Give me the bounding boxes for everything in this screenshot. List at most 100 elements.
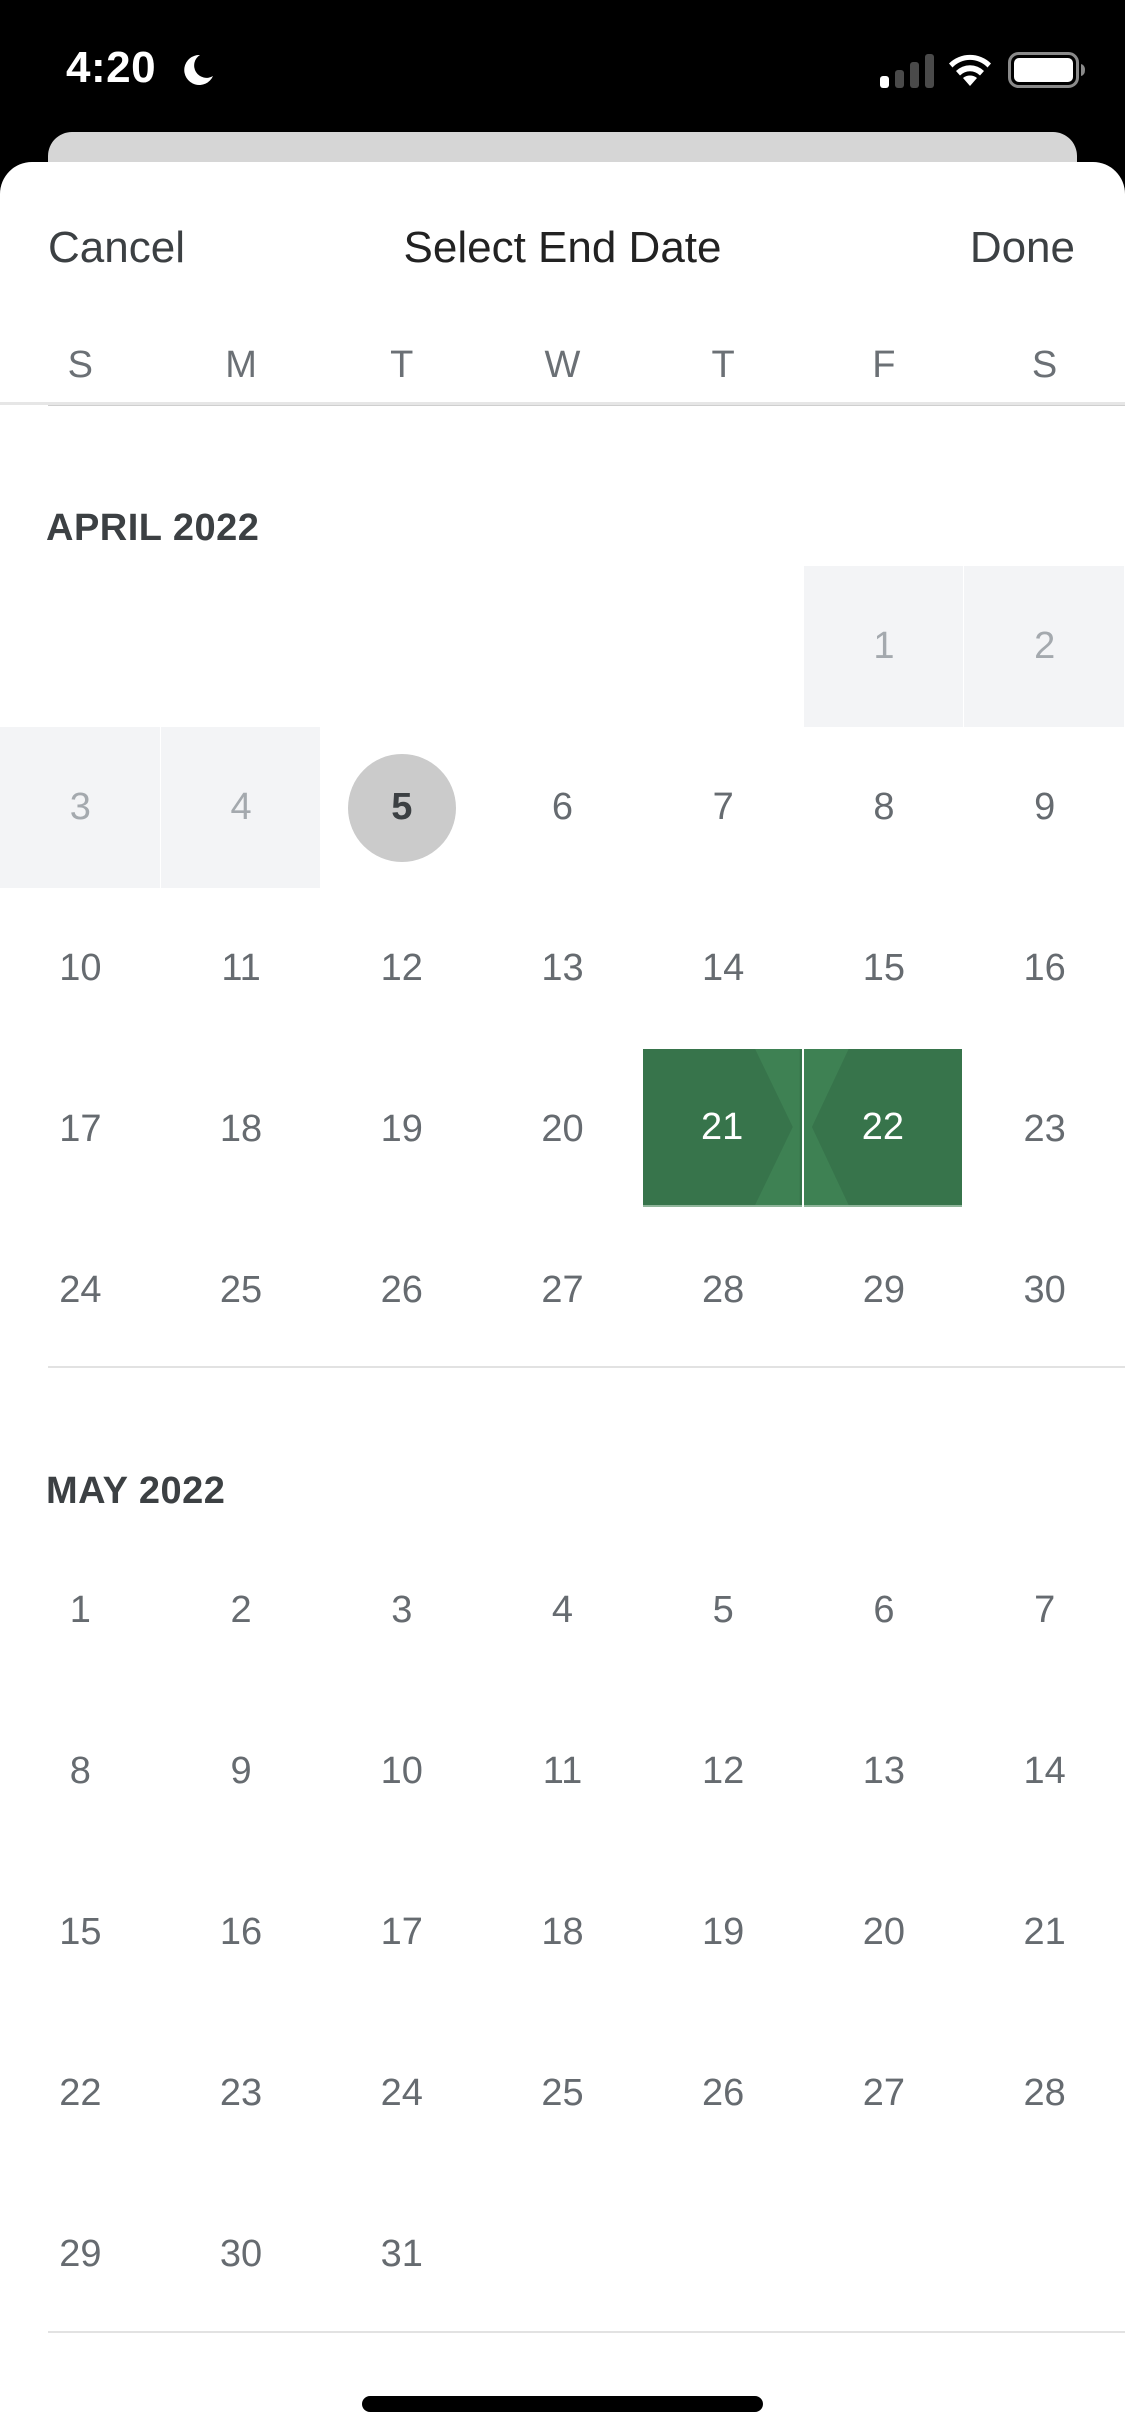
day-number: 26 xyxy=(380,1269,423,1311)
day-cell[interactable]: 23 xyxy=(964,1049,1125,1210)
cancel-button[interactable]: Cancel xyxy=(48,220,185,276)
day-number: 31 xyxy=(380,2233,423,2275)
day-number: 25 xyxy=(219,1269,263,1311)
day-cell[interactable]: 16 xyxy=(964,888,1125,1049)
day-cell[interactable]: 14 xyxy=(964,1691,1125,1852)
wifi-icon xyxy=(949,54,991,86)
day-cell: 3 xyxy=(0,727,162,888)
day-cell[interactable]: 3 xyxy=(321,1530,482,1691)
day-number: 28 xyxy=(1023,2072,1066,2114)
day-cell[interactable]: 20 xyxy=(482,1049,643,1210)
weekday-label: W xyxy=(544,344,581,386)
day-cell[interactable]: 21 xyxy=(642,1049,802,1207)
day-cell[interactable]: 18 xyxy=(161,1049,322,1210)
day-cell[interactable]: 11 xyxy=(161,888,322,1049)
day-number: 29 xyxy=(59,2233,102,2275)
done-button[interactable]: Done xyxy=(970,220,1075,276)
day-number: 18 xyxy=(541,1911,584,1953)
day-cell[interactable]: 18 xyxy=(482,1852,643,2013)
day-cell[interactable]: 12 xyxy=(643,1691,804,1852)
day-number: 9 xyxy=(230,1750,252,1792)
day-cell[interactable]: 22 xyxy=(0,2013,161,2174)
day-cell[interactable]: 19 xyxy=(643,1852,804,2013)
day-cell[interactable]: 29 xyxy=(0,2174,161,2335)
day-cell[interactable]: 4 xyxy=(482,1530,643,1691)
day-number: 1 xyxy=(873,625,895,667)
day-cell[interactable]: 24 xyxy=(0,1210,161,1371)
day-cell[interactable]: 27 xyxy=(482,1210,643,1371)
day-number: 24 xyxy=(59,1269,102,1311)
day-cell[interactable]: 2 xyxy=(161,1530,322,1691)
day-cell[interactable]: 25 xyxy=(482,2013,643,2174)
day-cell[interactable]: 10 xyxy=(0,888,161,1049)
moon-icon xyxy=(184,54,213,85)
day-cell[interactable]: 11 xyxy=(482,1691,643,1852)
day-cell[interactable]: 12 xyxy=(321,888,482,1049)
day-number: 27 xyxy=(541,1269,584,1311)
day-cell[interactable]: 6 xyxy=(482,727,643,888)
day-number: 20 xyxy=(862,1911,906,1953)
weekday-label: T xyxy=(711,344,735,386)
day-number: 23 xyxy=(1023,1108,1066,1150)
day-number: 5 xyxy=(712,1589,734,1631)
day-cell[interactable]: 20 xyxy=(804,1852,965,2013)
day-number: 15 xyxy=(59,1911,102,1953)
day-cell[interactable]: 16 xyxy=(161,1852,322,2013)
day-cell[interactable]: 23 xyxy=(161,2013,322,2174)
day-cell[interactable]: 21 xyxy=(964,1852,1125,2013)
month-divider xyxy=(48,2331,1125,2333)
status-time: 4:20 xyxy=(66,43,157,92)
day-cell[interactable]: 26 xyxy=(643,2013,804,2174)
day-number: 6 xyxy=(873,1589,895,1631)
day-cell[interactable]: 8 xyxy=(804,727,965,888)
day-cell[interactable]: 1 xyxy=(0,1530,161,1691)
day-cell[interactable]: 7 xyxy=(643,727,804,888)
weekday-header: S M T W T F S xyxy=(0,340,1125,390)
day-number: 29 xyxy=(862,1269,906,1311)
month-divider xyxy=(48,1366,1125,1368)
day-cell[interactable]: 9 xyxy=(964,727,1125,888)
day-number: 16 xyxy=(219,1911,263,1953)
day-number: 5 xyxy=(391,786,413,828)
day-number: 1 xyxy=(69,1589,91,1631)
day-cell[interactable]: 9 xyxy=(161,1691,322,1852)
day-cell: 1 xyxy=(803,566,965,727)
day-cell[interactable]: 31 xyxy=(321,2174,482,2335)
day-cell[interactable]: 27 xyxy=(804,2013,965,2174)
day-cell[interactable]: 8 xyxy=(0,1691,161,1852)
day-cell[interactable]: 24 xyxy=(321,2013,482,2174)
day-number: 11 xyxy=(542,1750,583,1792)
home-indicator[interactable] xyxy=(362,2396,763,2412)
day-number: 30 xyxy=(219,2233,263,2275)
day-cell[interactable]: 7 xyxy=(964,1530,1125,1691)
day-cell[interactable]: 5 xyxy=(643,1530,804,1691)
day-cell[interactable]: 14 xyxy=(643,888,804,1049)
day-cell: 2 xyxy=(964,566,1125,727)
day-number: 25 xyxy=(541,2072,584,2114)
weekday-label: T xyxy=(390,344,414,386)
day-cell[interactable]: 26 xyxy=(321,1210,482,1371)
day-cell[interactable]: 19 xyxy=(321,1049,482,1210)
day-cell[interactable]: 30 xyxy=(964,1210,1125,1371)
day-cell[interactable]: 13 xyxy=(482,888,643,1049)
day-cell[interactable]: 25 xyxy=(161,1210,322,1371)
day-cell[interactable]: 17 xyxy=(0,1049,161,1210)
day-cell[interactable]: 6 xyxy=(804,1530,965,1691)
day-cell[interactable]: 15 xyxy=(804,888,965,1049)
day-number: 23 xyxy=(219,2072,263,2114)
day-number: 30 xyxy=(1023,1269,1066,1311)
day-cell[interactable]: 28 xyxy=(964,2013,1125,2174)
day-cell[interactable]: 30 xyxy=(161,2174,322,2335)
day-cell[interactable]: 13 xyxy=(804,1691,965,1852)
day-cell[interactable]: 15 xyxy=(0,1852,161,2013)
day-cell[interactable]: 10 xyxy=(321,1691,482,1852)
day-number: 22 xyxy=(861,1105,905,1148)
weekday-label: M xyxy=(225,344,257,386)
day-cell[interactable]: 5 xyxy=(321,727,482,888)
day-cell: 4 xyxy=(160,727,323,888)
day-cell[interactable]: 29 xyxy=(804,1210,965,1371)
day-cell[interactable]: 28 xyxy=(643,1210,804,1371)
day-number: 27 xyxy=(862,2072,906,2114)
day-cell[interactable]: 17 xyxy=(321,1852,482,2013)
day-cell[interactable]: 22 xyxy=(803,1049,963,1207)
